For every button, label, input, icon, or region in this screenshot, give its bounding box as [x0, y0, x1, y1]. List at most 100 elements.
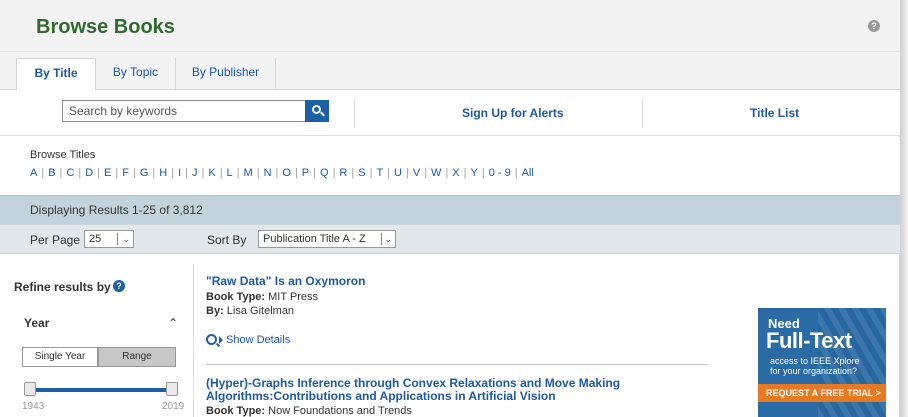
book-title-link[interactable]: "Raw Data" Is an Oxymoron [206, 275, 365, 288]
letter-link[interactable]: G [140, 167, 149, 179]
letter-separator: | [41, 167, 45, 179]
letter-separator: | [78, 167, 82, 179]
letter-link[interactable]: S [358, 167, 365, 179]
letter-separator: | [387, 167, 391, 179]
letter-link[interactable]: O [282, 167, 291, 179]
book-author: By: Lisa Gitelman [206, 305, 295, 317]
results-count: Displaying Results 1-25 of 3,812 [30, 203, 203, 217]
tab-by-title[interactable]: By Title [16, 58, 96, 91]
slider-handle-min[interactable] [24, 382, 36, 396]
letter-separator: | [294, 167, 298, 179]
letter-separator: | [236, 167, 240, 179]
letter-link[interactable]: T [376, 167, 383, 179]
year-min-value: 1943 [22, 401, 45, 412]
per-page-label: Per Page [30, 233, 81, 247]
help-icon[interactable]: ? [868, 20, 880, 32]
ad-subtitle: access to IEEE Xplore [770, 356, 860, 366]
help-icon[interactable]: ? [113, 280, 125, 292]
letter-separator: | [275, 167, 279, 179]
letter-link[interactable]: A [30, 167, 37, 179]
letter-separator: | [481, 167, 485, 179]
letter-link[interactable]: B [48, 167, 55, 179]
request-free-trial-button[interactable]: REQUEST A FREE TRIAL > [758, 384, 886, 402]
letter-link[interactable]: D [85, 167, 93, 179]
letter-link[interactable]: 0 - 9 [489, 167, 511, 179]
letter-separator: | [256, 167, 260, 179]
letter-link[interactable]: M [244, 167, 253, 179]
letter-link[interactable]: H [159, 167, 167, 179]
letter-separator: | [171, 167, 175, 179]
letter-link[interactable]: L [227, 167, 233, 179]
letter-link[interactable]: All [522, 167, 534, 179]
tab-by-topic[interactable]: By Topic [96, 58, 176, 90]
letter-link[interactable]: W [431, 167, 441, 179]
results-list: "Raw Data" Is an Oxymoron Book Type: MIT… [206, 264, 746, 417]
letter-link[interactable]: N [264, 167, 272, 179]
action-row: Sign Up for Alerts Title List [0, 90, 900, 136]
page-title: Browse Books [36, 16, 175, 38]
letter-separator: | [185, 167, 188, 179]
divider [206, 364, 708, 365]
letter-link[interactable]: Q [320, 167, 329, 179]
chevron-down-icon: ⌄ [384, 234, 392, 244]
book-title-link[interactable]: Algorithms:Contributions and Application… [206, 390, 556, 403]
sort-value: Publication Title A - Z [263, 233, 366, 245]
letter-link[interactable]: K [208, 167, 215, 179]
sign-up-alerts-link[interactable]: Sign Up for Alerts [462, 106, 564, 120]
caret-right-icon [219, 336, 223, 344]
search-input[interactable] [62, 100, 306, 122]
results-controls: Per Page 25 ⌄ Sort By Publication Title … [0, 224, 900, 254]
letter-link[interactable]: C [66, 167, 74, 179]
letter-link[interactable]: X [452, 167, 459, 179]
window-edge [900, 0, 908, 417]
letter-separator: | [424, 167, 428, 179]
letter-link[interactable]: R [339, 167, 347, 179]
full-text-ad[interactable]: Need Full-Text access to IEEE Xplore for… [758, 308, 886, 417]
refine-title: Refine results by [14, 280, 111, 294]
letter-link[interactable]: U [394, 167, 402, 179]
single-year-toggle[interactable]: Single Year [22, 347, 98, 367]
letter-link[interactable]: I [178, 167, 181, 179]
letter-separator: | [201, 167, 205, 179]
letter-separator: | [405, 167, 409, 179]
chevron-down-icon: ⌄ [122, 234, 130, 244]
letter-separator: | [463, 167, 467, 179]
search-button[interactable] [305, 100, 329, 122]
book-type: Book Type: Now Foundations and Trends [206, 405, 412, 417]
letter-link[interactable]: E [104, 167, 111, 179]
zoom-in-icon [206, 334, 217, 345]
browse-titles-section: Browse Titles A | B | C | D | E | F | G | H | I | J | K | L | M |… [0, 137, 900, 195]
letter-link[interactable]: F [122, 167, 129, 179]
show-details-link[interactable]: Show Details [206, 334, 290, 346]
divider [642, 98, 643, 128]
year-facet-label: Year [24, 316, 50, 330]
per-page-value: 25 [89, 233, 102, 245]
tab-bar: By Title By Topic By Publisher [0, 52, 900, 91]
tab-by-publisher[interactable]: By Publisher [176, 58, 276, 90]
year-range-slider[interactable] [30, 388, 174, 392]
letter-link[interactable]: J [192, 167, 198, 179]
slider-handle-max[interactable] [166, 382, 178, 396]
sort-select[interactable]: Publication Title A - Z ⌄ [258, 230, 396, 248]
chevron-up-icon[interactable]: ⌃ [168, 316, 178, 330]
browse-titles-label: Browse Titles [30, 149, 96, 161]
per-page-select[interactable]: 25 ⌄ [84, 230, 134, 248]
refine-sidebar: Refine results by ? Year ⌃ Single Year R… [0, 264, 194, 417]
letter-link[interactable]: Y [471, 167, 478, 179]
book-type: Book Type: MIT Press [206, 291, 319, 303]
letter-separator: | [332, 167, 336, 179]
title-list-link[interactable]: Title List [750, 106, 799, 120]
results-summary-bar: Displaying Results 1-25 of 3,812 [0, 195, 900, 224]
letter-separator: | [445, 167, 449, 179]
sort-by-label: Sort By [207, 233, 247, 247]
letter-separator: | [115, 167, 119, 179]
letter-separator: | [59, 167, 63, 179]
range-toggle[interactable]: Range [98, 347, 176, 367]
letter-separator: | [514, 167, 518, 179]
letter-link[interactable]: P [302, 167, 309, 179]
letter-separator: | [219, 167, 223, 179]
letter-separator: | [132, 167, 136, 179]
letter-link[interactable]: V [413, 167, 420, 179]
letter-separator: | [351, 167, 355, 179]
browse-books-panel: Browse Books ? By Title By Topic By Publ… [0, 0, 900, 417]
